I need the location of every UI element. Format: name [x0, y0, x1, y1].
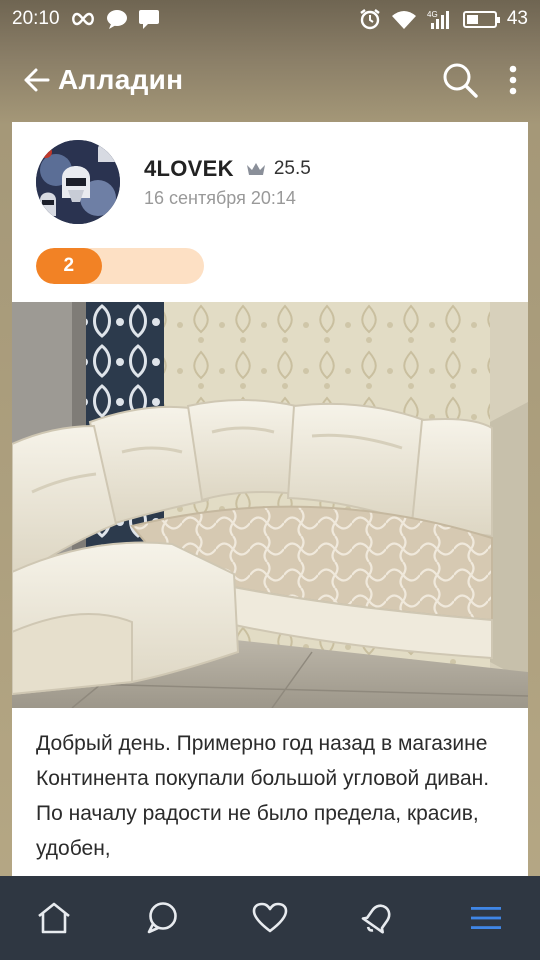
author-rating: 25.5	[273, 157, 311, 179]
alarm-icon	[359, 8, 381, 30]
nav-home[interactable]	[24, 888, 84, 948]
search-icon[interactable]	[442, 62, 478, 98]
crown-icon	[246, 161, 266, 177]
nav-chat[interactable]	[132, 888, 192, 948]
status-bar-left: 20:10	[12, 8, 160, 30]
status-bar: 20:10 4G 43	[0, 0, 540, 38]
progress-bar: 2	[36, 248, 204, 284]
avatar[interactable]	[36, 140, 120, 224]
message-icon	[138, 9, 160, 29]
bottom-nav	[0, 876, 540, 960]
battery-icon	[462, 10, 500, 28]
back-arrow-icon[interactable]	[22, 66, 50, 94]
menu-icon	[470, 905, 502, 931]
svg-text:4G: 4G	[427, 10, 438, 19]
chat-bubble-icon	[106, 9, 128, 29]
app-bar-actions	[442, 62, 518, 98]
page-title: Алладин	[58, 64, 184, 95]
bell-icon	[360, 900, 396, 936]
chat-icon	[145, 901, 179, 935]
more-vertical-icon[interactable]	[508, 65, 518, 95]
app-bar: Алладин	[0, 38, 540, 122]
author-name-row: 4LOVEK 25.5	[144, 156, 311, 182]
heart-icon	[252, 902, 288, 934]
post-card: 4LOVEK 25.5 16 сентября 20:14 2 Добрый д…	[12, 122, 528, 876]
post-author[interactable]: 4LOVEK 25.5 16 сентября 20:14	[36, 140, 311, 224]
status-time: 20:10	[12, 8, 60, 29]
post-text: Добрый день. Примерно год назад в магази…	[36, 732, 490, 860]
progress-fill: 2	[36, 248, 102, 284]
wifi-icon	[391, 9, 417, 29]
author-name[interactable]: 4LOVEK	[144, 156, 234, 182]
nav-menu[interactable]	[456, 888, 516, 948]
post-image[interactable]	[12, 302, 528, 708]
signal-4g-icon: 4G	[427, 9, 453, 29]
battery-level: 43	[506, 8, 528, 29]
author-info: 4LOVEK 25.5 16 сентября 20:14	[144, 156, 311, 209]
nav-favorites[interactable]	[240, 888, 300, 948]
nav-notifications[interactable]	[348, 888, 408, 948]
post-date: 16 сентября 20:14	[144, 187, 296, 208]
status-bar-right: 4G 43	[359, 8, 528, 30]
infinity-icon	[70, 12, 96, 26]
home-icon	[36, 901, 72, 935]
progress-count: 2	[63, 255, 75, 276]
